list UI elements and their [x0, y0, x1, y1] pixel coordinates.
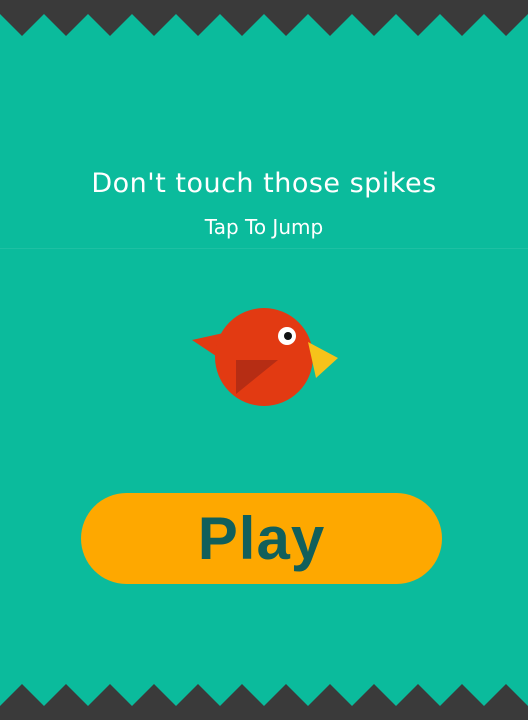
red-bird-icon	[192, 308, 338, 406]
game-title: Don't touch those spikes	[91, 168, 437, 199]
top-spikes	[0, 0, 528, 36]
tap-to-jump-hint: Tap To Jump	[204, 215, 324, 239]
play-button[interactable]: Play	[81, 493, 442, 584]
game-screen[interactable]: Don't touch those spikes Tap To Jump Pla…	[0, 0, 528, 720]
play-button-label: Play	[197, 504, 326, 572]
bottom-spikes	[0, 684, 528, 720]
divider-line	[0, 248, 528, 249]
